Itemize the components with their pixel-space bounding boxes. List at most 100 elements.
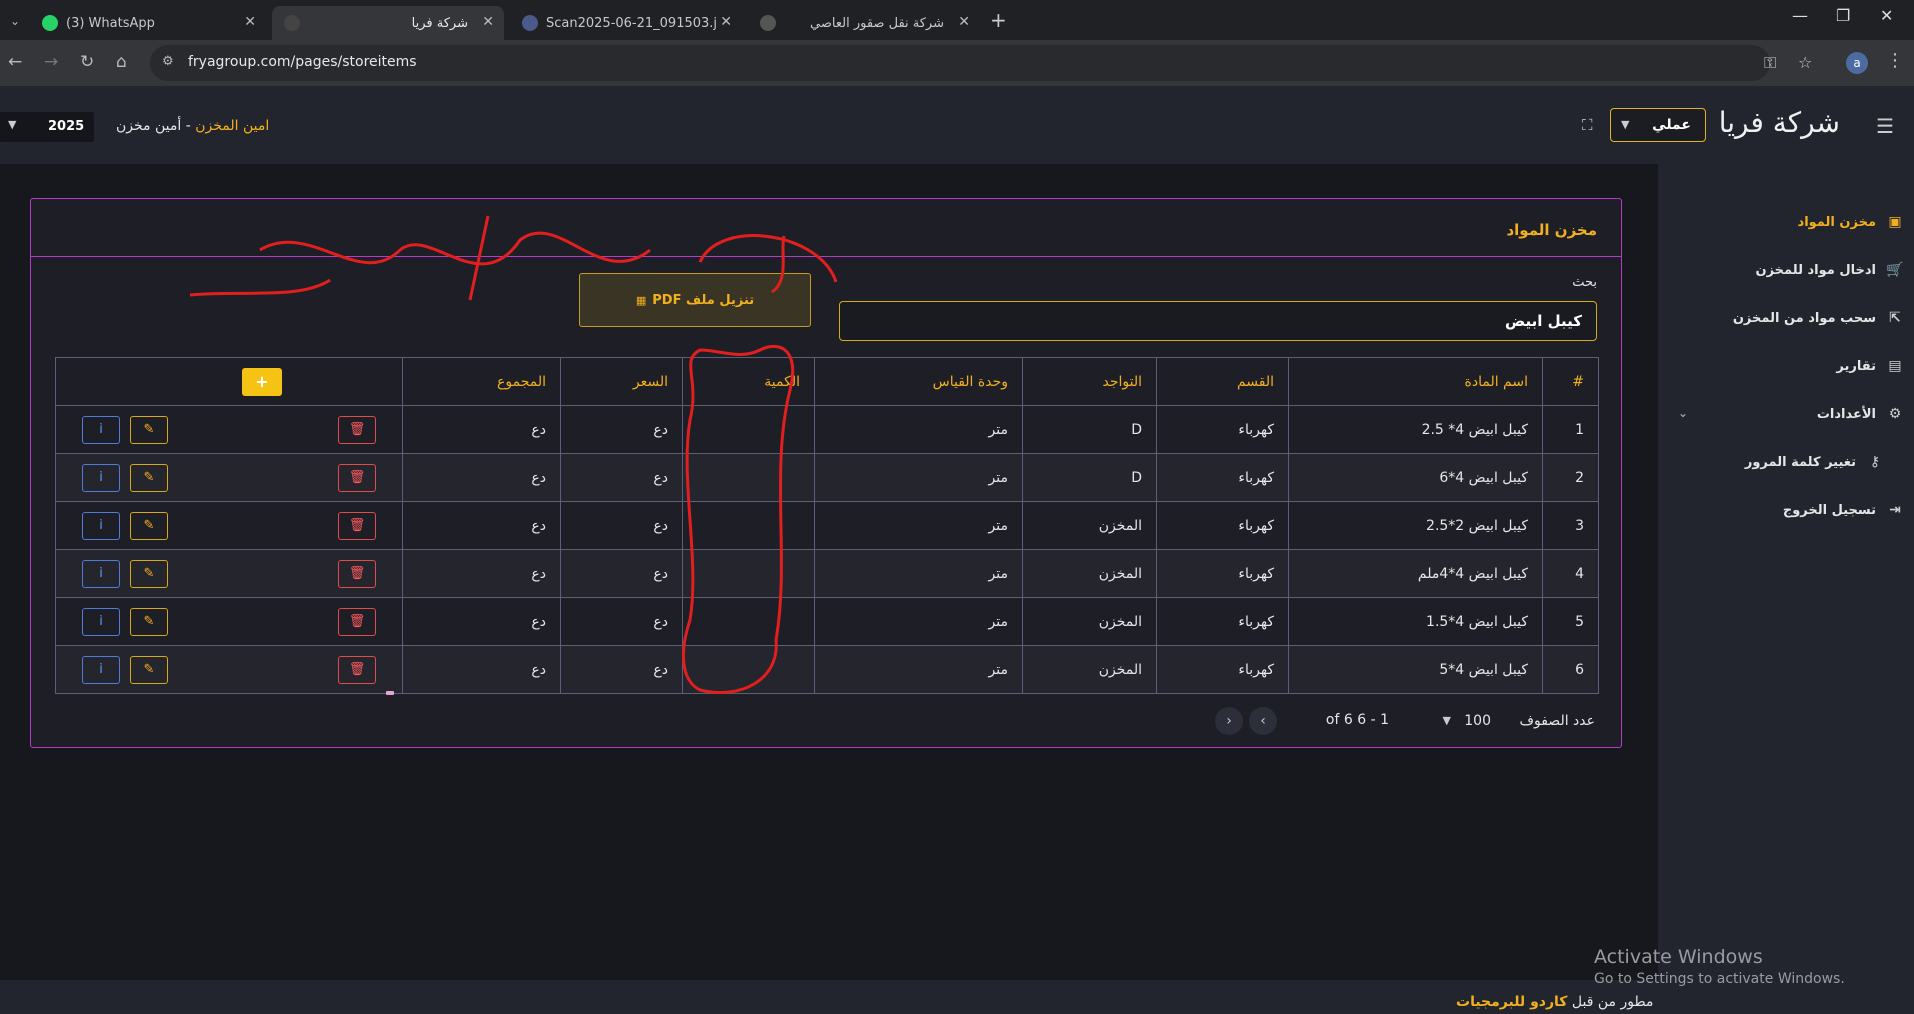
tab-saqour[interactable]: شركة نقل صقور العاصي ✕ — [748, 6, 980, 40]
tab-frya[interactable]: شركة فريا ✕ — [272, 6, 504, 40]
col-number: # — [1542, 357, 1599, 406]
row-number: 4 — [1542, 549, 1599, 598]
new-tab-icon[interactable]: + — [990, 8, 1007, 32]
sidebar: ▣ مخزن المواد 🛒 ادخال مواد للمخزن ⇱ سحب … — [1658, 164, 1914, 1014]
item-location: D — [1022, 405, 1157, 454]
footer-developer: كاردو للبرمجيات — [1456, 994, 1568, 1010]
site-settings-icon[interactable]: ⚙ — [162, 54, 174, 69]
search-label: بحث — [1572, 275, 1597, 290]
org-select[interactable]: ▼ عملي — [1610, 108, 1706, 142]
sidebar-item-label: ادخال مواد للمخزن — [1755, 262, 1877, 278]
tab-search-dropdown[interactable]: ⌄ — [4, 10, 26, 32]
edit-button[interactable]: ✎ — [130, 511, 168, 540]
item-location: المخزن — [1022, 645, 1157, 694]
menu-toggle-icon[interactable]: ☰ — [1876, 114, 1894, 138]
edit-button[interactable]: ✎ — [130, 655, 168, 684]
share-icon: ⇱ — [1889, 310, 1901, 326]
close-icon[interactable]: ✕ — [720, 14, 732, 30]
item-unit: متر — [814, 549, 1023, 598]
sidebar-item-change-password[interactable]: ⚷ تغيير كلمة المرور — [1745, 448, 1884, 476]
browser-menu-icon[interactable]: ⋮ — [1886, 50, 1904, 71]
url-input[interactable]: ⚙ fryagroup.com/pages/storeitems ⚿ ☆ — [150, 45, 1812, 81]
info-button[interactable]: i — [82, 511, 120, 540]
profile-avatar[interactable]: a — [1846, 52, 1868, 74]
table-row: 6 كيبل ابيض 4*5 كهرباء المخزن متر دع دع 🗑 ✎ i — [55, 645, 1599, 694]
cart-icon: 🛒 — [1886, 262, 1904, 278]
sidebar-item-stock-out[interactable]: ⇱ سحب مواد من المخزن — [1733, 304, 1904, 332]
item-unit: متر — [814, 501, 1023, 550]
delete-button[interactable]: 🗑 — [338, 511, 376, 540]
info-button[interactable]: i — [82, 655, 120, 684]
info-button[interactable]: i — [82, 415, 120, 444]
delete-button[interactable]: 🗑 — [338, 559, 376, 588]
info-button[interactable]: i — [82, 559, 120, 588]
home-icon[interactable]: ⌂ — [116, 52, 127, 72]
year-select[interactable]: ▼ 2025 — [0, 112, 94, 142]
download-pdf-button[interactable]: تنزيل ملف PDF ▦ — [579, 273, 811, 327]
col-category: القسم — [1156, 357, 1289, 406]
restore-icon[interactable]: ❐ — [1836, 6, 1850, 25]
delete-button[interactable]: 🗑 — [338, 655, 376, 684]
whatsapp-icon — [42, 15, 58, 31]
chevron-down-icon[interactable]: ▼ — [1443, 714, 1451, 727]
delete-button[interactable]: 🗑 — [338, 607, 376, 636]
chevron-down-icon[interactable]: ⌄ — [1678, 406, 1688, 420]
sidebar-item-label: تقارير — [1836, 358, 1876, 374]
tab-title: Scan2025-06-21_091503.jpg (8 — [546, 15, 716, 31]
next-page-icon[interactable]: › — [1249, 707, 1277, 735]
row-actions: 🗑 ✎ i — [55, 645, 403, 694]
close-icon[interactable]: ✕ — [244, 14, 256, 30]
pagination: عدد الصفوف 100 ▼ 1 - 6 of 6 › ‹ — [1181, 705, 1621, 739]
tab-whatsapp[interactable]: (3) WhatsApp ✕ — [30, 6, 266, 40]
user-separator: - — [181, 118, 196, 134]
close-icon[interactable]: ✕ — [958, 14, 970, 30]
item-quantity — [682, 405, 815, 454]
forward-icon[interactable]: → — [44, 52, 58, 72]
window-close-icon[interactable]: ✕ — [1880, 6, 1893, 25]
fullscreen-icon[interactable]: ⛶ — [1582, 116, 1593, 134]
item-category: كهرباء — [1156, 645, 1289, 694]
delete-button[interactable]: 🗑 — [338, 415, 376, 444]
col-unit: وحدة القياس — [814, 357, 1023, 406]
item-unit: متر — [814, 453, 1023, 502]
search-input[interactable] — [839, 301, 1597, 341]
minimize-icon[interactable]: — — [1792, 6, 1808, 25]
close-icon[interactable]: ✕ — [482, 14, 494, 30]
rows-per-page-select[interactable]: 100 — [1464, 713, 1491, 729]
tab-scan[interactable]: Scan2025-06-21_091503.jpg (8 ✕ — [510, 6, 742, 40]
item-total: دع — [402, 597, 561, 646]
info-button[interactable]: i — [82, 607, 120, 636]
row-actions: 🗑 ✎ i — [55, 549, 403, 598]
sidebar-item-reports[interactable]: ▤ تقارير — [1836, 352, 1904, 380]
site-favicon-icon — [284, 15, 300, 31]
col-quantity: الكمية — [682, 357, 815, 406]
item-category: كهرباء — [1156, 405, 1289, 454]
item-location: المخزن — [1022, 597, 1157, 646]
edit-button[interactable]: ✎ — [130, 463, 168, 492]
edit-button[interactable]: ✎ — [130, 607, 168, 636]
info-button[interactable]: i — [82, 463, 120, 492]
bookmark-star-icon[interactable]: ☆ — [1798, 53, 1812, 72]
edit-button[interactable]: ✎ — [130, 415, 168, 444]
sidebar-item-stock-in[interactable]: 🛒 ادخال مواد للمخزن — [1756, 256, 1905, 284]
sidebar-item-label: تغيير كلمة المرور — [1744, 454, 1856, 470]
delete-button[interactable]: 🗑 — [338, 463, 376, 492]
prev-page-icon[interactable]: ‹ — [1215, 707, 1243, 735]
sidebar-item-settings[interactable]: ⚙ الأعدادات — [1817, 400, 1904, 428]
reload-icon[interactable]: ↻ — [80, 52, 94, 72]
row-actions: 🗑 ✎ i — [55, 501, 403, 550]
back-icon[interactable]: ← — [8, 52, 22, 72]
item-location: D — [1022, 453, 1157, 502]
row-number: 3 — [1542, 501, 1599, 550]
sidebar-item-logout[interactable]: ⇥ تسجيل الخروج — [1783, 496, 1904, 524]
brand-title: شركة فريا — [1718, 106, 1840, 139]
add-item-button[interactable]: + — [242, 367, 282, 396]
sidebar-item-store[interactable]: ▣ مخزن المواد — [1798, 208, 1904, 236]
item-total: دع — [402, 453, 561, 502]
password-key-icon[interactable]: ⚿ — [1764, 53, 1776, 73]
table-row: 2 كيبل ابيض 4*6 كهرباء D متر دع دع 🗑 ✎ i — [55, 453, 1599, 502]
address-bar: ← → ↻ ⌂ ⚙ fryagroup.com/pages/storeitems… — [0, 40, 1914, 86]
pdf-button-label: تنزيل ملف PDF — [652, 292, 755, 308]
store-panel: مخزن المواد بحث تنزيل ملف PDF ▦ # اسم ال… — [30, 198, 1622, 748]
edit-button[interactable]: ✎ — [130, 559, 168, 588]
